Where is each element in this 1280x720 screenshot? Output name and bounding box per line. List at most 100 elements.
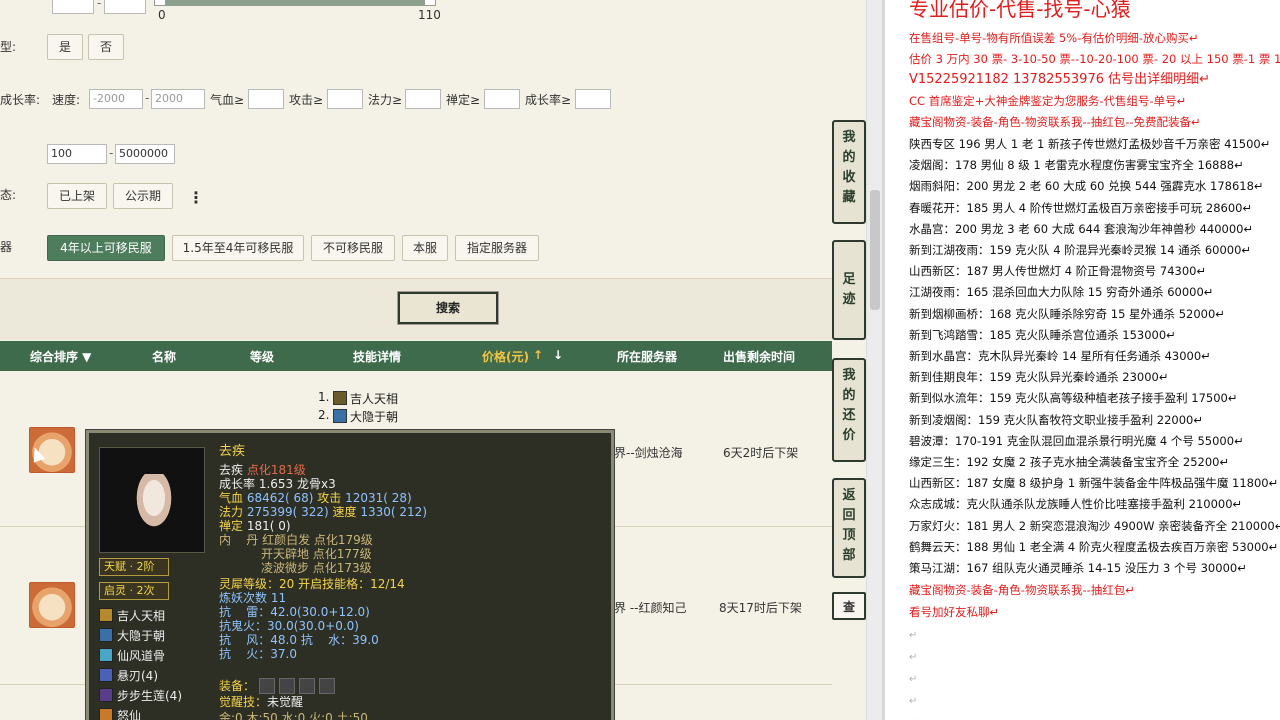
hp-input[interactable] <box>248 89 284 109</box>
price-asc-icon[interactable]: ↑ <box>533 348 543 362</box>
equip-slot <box>319 678 335 694</box>
slider-handle-max[interactable] <box>424 0 436 6</box>
skill-name: 吉人天相 <box>350 392 399 406</box>
talent-tag: 天赋 · 2阶 <box>99 558 169 576</box>
search-button[interactable]: 搜索 <box>397 291 499 325</box>
server-1-5yr-button[interactable]: 1.5年至4年可移民服 <box>172 235 304 261</box>
equip-label: 装备： <box>219 679 256 693</box>
doc-line: 碧波潭：170-191 克金队混回血混杀景行明光魔 4 个号 55000↵ <box>909 433 1244 448</box>
zen-input[interactable] <box>484 89 520 109</box>
view-button[interactable]: 查 <box>832 592 866 620</box>
hp-label: 气血≥ <box>210 93 245 107</box>
left-panel: - 0 110 型: 是 否 成长率: 速度: -2000 - 2000 气血≥… <box>0 0 866 720</box>
atk-label: 攻击≥ <box>289 93 324 107</box>
speed-label: 速度: <box>52 93 81 107</box>
more-options-icon[interactable]: ⋮ <box>188 188 204 207</box>
status-public-button[interactable]: 公示期 <box>113 183 173 209</box>
server-this-button[interactable]: 本服 <box>402 235 448 261</box>
tooltip-skill: 仙风道骨 <box>99 647 165 664</box>
doc-empty-paragraph: ↵ <box>909 652 918 663</box>
type-yes-button[interactable]: 是 <box>47 34 83 60</box>
row-time: 6天2时后下架 <box>723 446 799 460</box>
level-slider[interactable] <box>0 0 440 10</box>
status-label: 态: <box>0 188 17 202</box>
doc-line: 新到佳期良年：159 克火队异光秦岭通杀 23000↵ <box>909 370 1169 385</box>
slider-track <box>158 0 430 6</box>
doc-line: 鹤舞云天：188 男仙 1 老全满 4 阶克火程度孟极去疾百万亲密 53000↵ <box>909 539 1279 554</box>
slider-handle-min[interactable] <box>154 0 166 6</box>
doc-empty-paragraph: ↵ <box>909 630 918 641</box>
price-max-input[interactable]: 5000000 <box>115 144 175 164</box>
skill-name: 大隐于朝 <box>350 410 399 424</box>
sort-header[interactable]: 综合排序 ▼ <box>30 348 91 365</box>
tooltip-line: 法力 275399( 322) 速度 1330( 212) <box>219 505 427 519</box>
my-favorites-button[interactable]: 我的收藏 <box>832 120 866 224</box>
tooltip-line: 凌波微步 点化173级 <box>219 561 372 575</box>
pet-detail-tooltip: 天赋 · 2阶 启灵 · 2次 吉人天相 大隐于朝 仙风道骨 悬刃(4) 步步生… <box>85 429 615 720</box>
doc-line: 万家灯火：181 男人 2 新突恋混浪淘沙 4900W 亲密装备齐全 21000… <box>909 518 1280 533</box>
equip-slot <box>299 678 315 694</box>
tooltip-line: 去疾 点化181级 <box>219 463 306 477</box>
doc-line: 新到江湖夜雨：159 克火队 4 阶混异光秦岭灵猴 14 通杀 60000↵ <box>909 243 1252 257</box>
doc-line: 新到飞鸿踏雪：185 克火队睡杀宫位通杀 153000↵ <box>909 327 1176 342</box>
type-label: 型: <box>0 40 17 54</box>
skill-index: 2. <box>318 408 330 422</box>
doc-line: CC 首席鉴定+大神金牌鉴定为您服务-代售组号-单号↵ <box>909 94 1187 108</box>
back-to-top-button[interactable]: 返回顶部 <box>832 478 866 578</box>
row-server: 界--剑烛沧海 <box>614 446 683 460</box>
tooltip-skill: 悬刃(4) <box>99 667 158 684</box>
tooltip-line: 抗 风：48.0 抗 水：39.0 <box>219 633 379 647</box>
equip-slot <box>259 678 275 694</box>
doc-line: 凌烟阁：178 男仙 8 级 1 老雷克水程度伤害雾宝宝齐全 16888↵ <box>909 158 1244 173</box>
doc-line: 众志成城：克火队通杀队龙族睡人性价比哇塞接手盈利 210000↵ <box>909 497 1243 512</box>
doc-line: 新到凌烟阁：159 克火队畜牧符文职业接手盈利 22000↵ <box>909 412 1203 427</box>
price-desc-icon[interactable]: ↓ <box>553 348 563 362</box>
level-header: 等级 <box>250 350 275 364</box>
doc-line: 新到似水流年：159 克火队高等级种植老孩子接手盈利 17500↵ <box>909 391 1238 406</box>
growth-label: 成长率≥ <box>525 93 572 107</box>
status-listed-button[interactable]: 已上架 <box>47 183 107 209</box>
atk-input[interactable] <box>327 89 363 109</box>
mp-input[interactable] <box>405 89 441 109</box>
tooltip-line: 开天辟地 点化177级 <box>219 547 372 561</box>
doc-line: 在售组号-单号-物有所值误差 5%-有估价明细-放心购买↵ <box>909 31 1199 45</box>
doc-empty-paragraph: ↵ <box>909 696 918 707</box>
scrollbar-thumb[interactable] <box>870 190 880 310</box>
speed-max-input[interactable]: 2000 <box>151 89 205 109</box>
growth-input[interactable] <box>575 89 611 109</box>
pet-portrait <box>99 447 205 553</box>
vertical-scrollbar[interactable] <box>866 0 882 720</box>
doc-line: 春暖花开：185 男人 4 阶传世燃灯孟极百万亲密接手可玩 28600↵ <box>909 200 1253 215</box>
speed-min-input[interactable]: -2000 <box>89 89 143 109</box>
skills-header: 技能详情 <box>353 350 402 364</box>
server-4yr-button[interactable]: 4年以上可移民服 <box>47 235 165 261</box>
spirit-tag: 启灵 · 2次 <box>99 582 169 600</box>
doc-line: 水晶宫：200 男龙 3 老 60 大成 644 套浪淘沙年神兽秒 440000… <box>909 221 1254 236</box>
tooltip-line: 气血 68462( 68) 攻击 12031( 28) <box>219 491 412 505</box>
server-nomigrate-button[interactable]: 不可移民服 <box>311 235 395 261</box>
price-min-input[interactable]: 100 <box>47 144 107 164</box>
doc-line: 缘定三生：192 女魔 2 孩子克水抽全满装备宝宝齐全 25200↵ <box>909 455 1230 469</box>
pet-avatar[interactable] <box>29 582 75 628</box>
doc-line: 藏宝阁物资-装备-角色-物资联系我--抽红包↵ <box>909 583 1135 597</box>
skill-icon <box>333 409 347 423</box>
doc-line: 藏宝阁物资-装备-角色-物资联系我--抽红包--免费配装备↵ <box>909 115 1201 129</box>
server-specify-button[interactable]: 指定服务器 <box>455 235 539 261</box>
doc-empty-paragraph: ↵ <box>909 674 918 685</box>
doc-line: 新到烟柳画桥：168 克火队睡杀除穷奇 15 星外通杀 52000↵ <box>909 306 1225 321</box>
doc-line: 看号加好友私聊↵ <box>909 605 1000 619</box>
price-header[interactable]: 价格(元) <box>482 348 529 365</box>
tooltip-line: 抗 火：37.0 <box>219 647 297 661</box>
tooltip-pet-name: 去疾 <box>219 444 246 459</box>
tooltip-line: 禅定 181( 0) <box>219 519 291 533</box>
time-header: 出售剩余时间 <box>723 350 796 364</box>
tooltip-line: 灵犀等级：20 开启技能格：12/14 <box>219 577 405 591</box>
doc-line: 烟雨斜阳：200 男龙 2 老 60 大成 60 兑换 544 强霹克水 178… <box>909 179 1264 194</box>
price-dash: - <box>109 146 114 160</box>
footprints-button[interactable]: 足迹 <box>832 240 866 340</box>
skill-icon <box>333 391 347 405</box>
type-no-button[interactable]: 否 <box>88 34 124 60</box>
my-offers-button[interactable]: 我的还价 <box>832 358 866 462</box>
server-header: 所在服务器 <box>617 350 678 364</box>
doc-line: 山西新区：187 女魔 8 级护身 1 新强牛装备金牛阵极品强牛魔 11800↵ <box>909 476 1279 491</box>
